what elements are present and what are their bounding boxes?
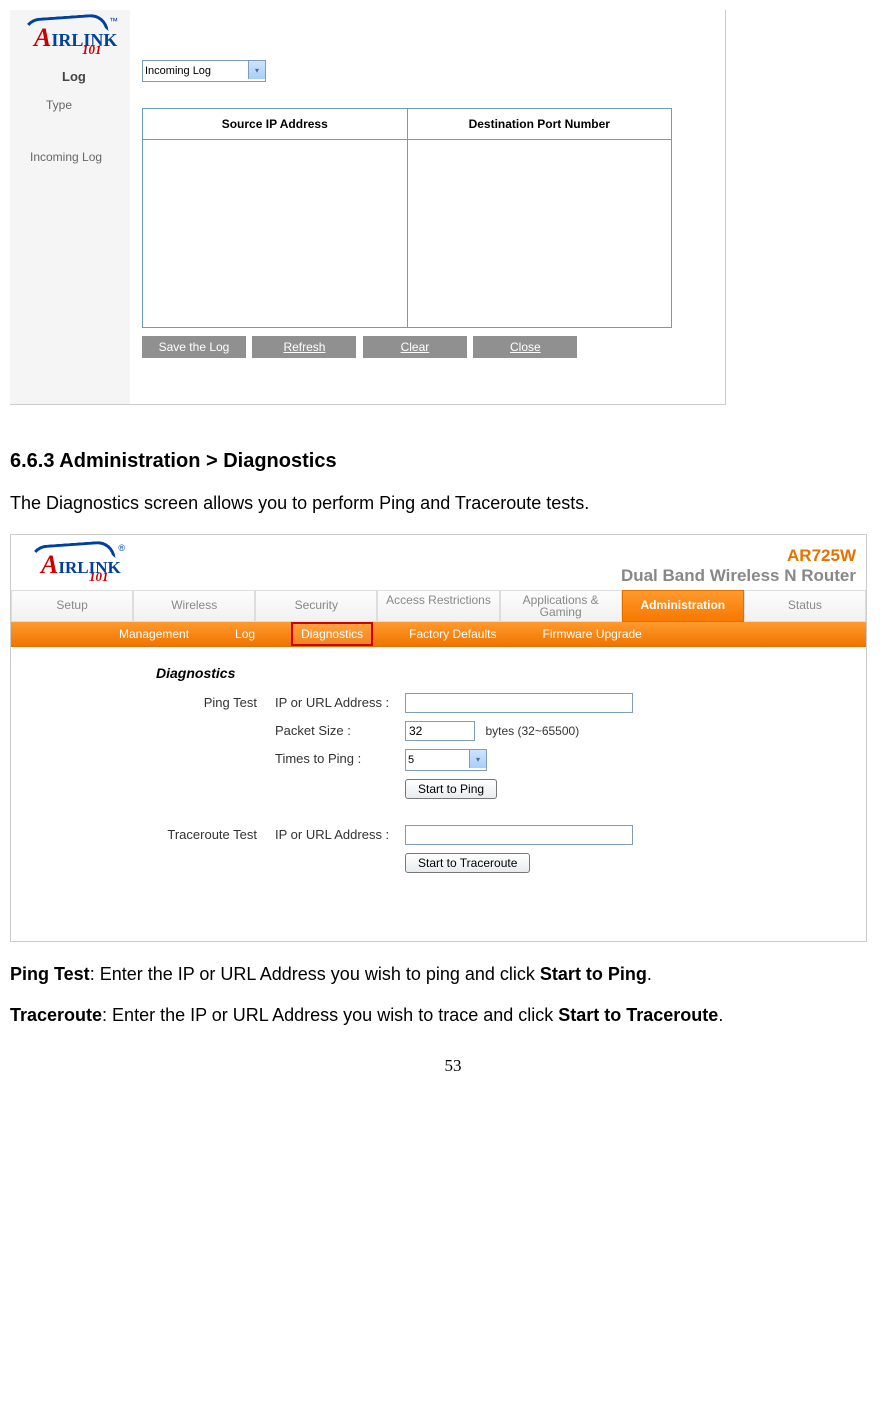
diagnostics-panel: AIRLINK 101 ® AR725W Dual Band Wireless … xyxy=(10,534,867,942)
packet-size-label: Packet Size : xyxy=(275,721,405,741)
save-log-button[interactable]: Save the Log xyxy=(142,336,246,358)
incoming-log-table: Source IP Address Destination Port Numbe… xyxy=(142,108,672,328)
type-select[interactable]: Incoming Log ▾ xyxy=(142,60,266,82)
tab-applications-gaming[interactable]: Applications & Gaming xyxy=(500,590,622,622)
ping-test-label: Ping Test xyxy=(31,693,275,713)
type-select-value: Incoming Log xyxy=(145,65,211,77)
refresh-button[interactable]: Refresh xyxy=(252,336,356,358)
product-code: AR725W xyxy=(621,546,856,566)
packet-size-input[interactable] xyxy=(405,721,475,741)
tab-status[interactable]: Status xyxy=(744,590,866,622)
incoming-log-label: Incoming Log xyxy=(10,142,130,172)
main-tabs: Setup Wireless Security Access Restricti… xyxy=(11,590,866,622)
airlink-logo: AIRLINK 101 ™ xyxy=(14,14,114,59)
col-source-ip: Source IP Address xyxy=(143,109,408,140)
log-panel: AIRLINK 101 ™ Log Type Incoming Log Inco… xyxy=(10,10,726,405)
sub-tabs: Management Log Diagnostics Factory Defau… xyxy=(11,622,866,647)
col-dest-port: Destination Port Number xyxy=(407,109,672,140)
times-to-ping-value: 5 xyxy=(408,754,414,766)
packet-size-units: bytes (32~65500) xyxy=(485,724,579,738)
airlink-logo: AIRLINK 101 ® xyxy=(21,541,121,586)
tab-administration[interactable]: Administration xyxy=(622,590,744,622)
traceroute-description: Traceroute: Enter the IP or URL Address … xyxy=(10,1005,886,1026)
tab-setup[interactable]: Setup xyxy=(11,590,133,622)
chevron-down-icon: ▾ xyxy=(248,61,265,79)
tab-access-restrictions[interactable]: Access Restrictions xyxy=(377,590,499,622)
log-heading: Log xyxy=(10,63,130,90)
ping-ip-input[interactable] xyxy=(405,693,633,713)
traceroute-ip-input[interactable] xyxy=(405,825,633,845)
subtab-log[interactable]: Log xyxy=(227,624,263,644)
times-to-ping-label: Times to Ping : xyxy=(275,749,405,771)
ping-test-description: Ping Test: Enter the IP or URL Address y… xyxy=(10,964,886,985)
product-name: Dual Band Wireless N Router xyxy=(621,566,856,586)
traceroute-ip-label: IP or URL Address : xyxy=(275,825,405,845)
ping-ip-label: IP or URL Address : xyxy=(275,693,405,713)
subtab-firmware-upgrade[interactable]: Firmware Upgrade xyxy=(534,624,649,644)
page-number: 53 xyxy=(10,1056,886,1076)
clear-button[interactable]: Clear xyxy=(363,336,467,358)
subtab-management[interactable]: Management xyxy=(111,624,197,644)
diagnostics-title: Diagnostics xyxy=(156,665,846,681)
subtab-diagnostics[interactable]: Diagnostics xyxy=(291,622,373,646)
close-button[interactable]: Close xyxy=(473,336,577,358)
section-heading: 6.6.3 Administration > Diagnostics xyxy=(10,450,886,473)
times-to-ping-select[interactable]: 5 ▾ xyxy=(405,749,487,771)
start-to-traceroute-button[interactable]: Start to Traceroute xyxy=(405,853,530,873)
tab-wireless[interactable]: Wireless xyxy=(133,590,255,622)
start-to-ping-button[interactable]: Start to Ping xyxy=(405,779,497,799)
chevron-down-icon: ▾ xyxy=(469,750,486,768)
tab-security[interactable]: Security xyxy=(255,590,377,622)
traceroute-test-label: Traceroute Test xyxy=(31,825,275,845)
subtab-factory-defaults[interactable]: Factory Defaults xyxy=(401,624,504,644)
type-label: Type xyxy=(10,90,130,120)
intro-text: The Diagnostics screen allows you to per… xyxy=(10,493,886,514)
